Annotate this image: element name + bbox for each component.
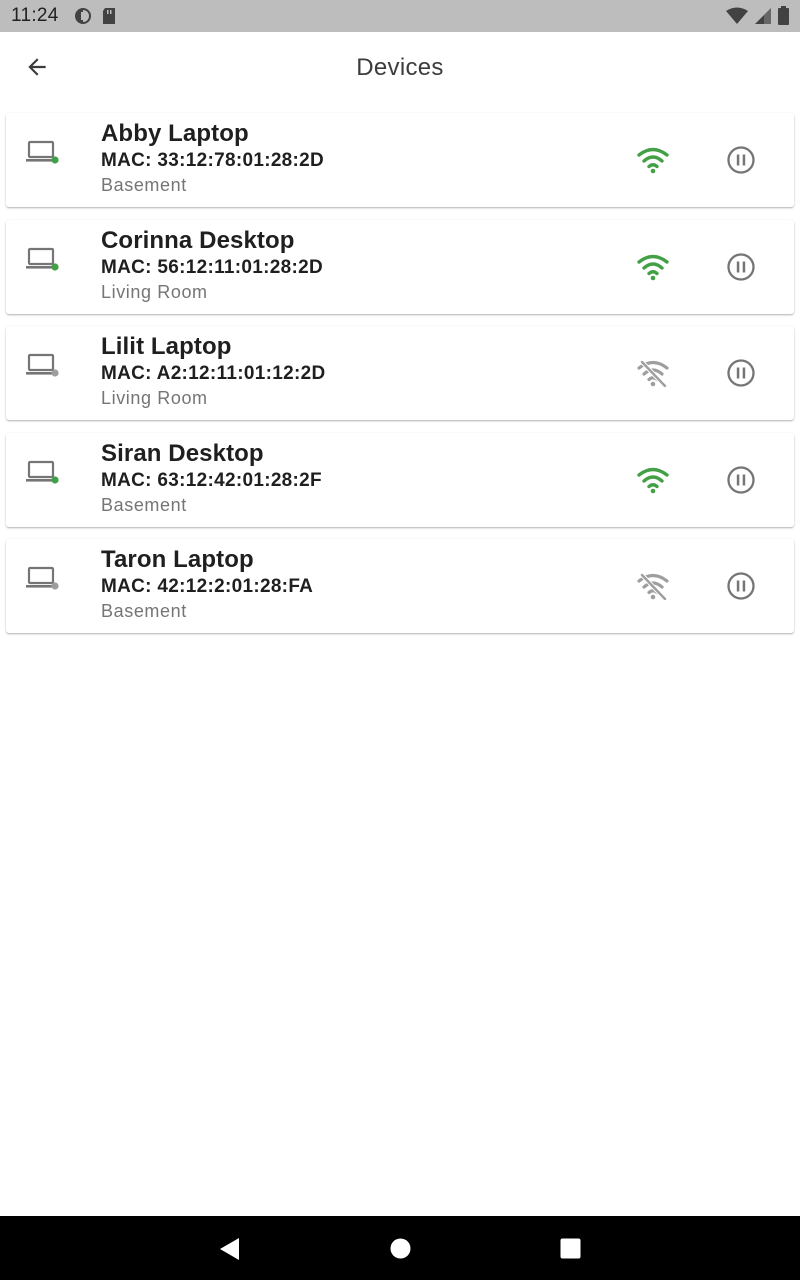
device-mac: MAC: 42:12:2:01:28:FA: [101, 576, 314, 597]
wifi-status-icon: [726, 7, 748, 30]
device-card[interactable]: Corinna Desktop MAC: 56:12:11:01:28:2D L…: [6, 219, 794, 314]
device-mac: MAC: 63:12:42:01:28:2F: [101, 469, 322, 491]
data-saver-icon: [74, 7, 92, 30]
device-location: Basement: [101, 494, 187, 515]
system-nav-bar: [0, 1216, 800, 1280]
app-bar: Devices: [0, 32, 800, 106]
device-name: Lilit Laptop: [101, 333, 232, 360]
desktop-icon: [26, 459, 60, 489]
wifi-off-icon[interactable]: [636, 572, 670, 601]
wifi-connected-icon[interactable]: [636, 146, 670, 174]
device-card[interactable]: Siran Desktop MAC: 63:12:42:01:28:2F Bas…: [6, 432, 794, 527]
device-list: Abby Laptop MAC: 33:12:78:01:28:2D Basem…: [6, 113, 794, 646]
device-card[interactable]: Lilit Laptop MAC: A2:12:11:01:12:2D Livi…: [6, 326, 794, 420]
device-location: Basement: [101, 601, 187, 621]
laptop-icon: [26, 565, 60, 595]
device-location: Basement: [101, 175, 187, 195]
laptop-icon: [26, 352, 60, 382]
device-mac: MAC: 33:12:78:01:28:2D: [101, 150, 325, 171]
nav-recents-icon[interactable]: [560, 1238, 581, 1264]
status-bar: 11:24: [0, 0, 800, 32]
wifi-connected-icon[interactable]: [636, 466, 670, 494]
device-name: Abby Laptop: [101, 120, 249, 147]
pause-button[interactable]: [726, 358, 756, 388]
status-time: 11:24: [11, 5, 59, 26]
device-name: Corinna Desktop: [101, 226, 295, 254]
laptop-icon: [26, 139, 60, 169]
nav-back-icon[interactable]: [219, 1237, 241, 1266]
device-mac: MAC: A2:12:11:01:12:2D: [101, 363, 326, 384]
device-card[interactable]: Taron Laptop MAC: 42:12:2:01:28:FA Basem…: [6, 539, 794, 633]
wifi-off-icon[interactable]: [636, 359, 670, 388]
device-location: Living Room: [101, 281, 208, 302]
sd-card-icon: [101, 7, 117, 30]
wifi-connected-icon[interactable]: [636, 253, 670, 281]
page-title: Devices: [356, 54, 444, 81]
pause-button[interactable]: [726, 252, 756, 282]
desktop-icon: [26, 246, 60, 276]
status-right-icons: [726, 6, 789, 30]
nav-home-icon[interactable]: [390, 1238, 411, 1264]
device-location: Living Room: [101, 388, 208, 408]
battery-icon: [778, 6, 789, 30]
device-name: Siran Desktop: [101, 439, 264, 467]
cell-signal-icon: [754, 7, 772, 30]
device-name: Taron Laptop: [101, 546, 254, 573]
pause-button[interactable]: [726, 465, 756, 495]
pause-button[interactable]: [726, 571, 756, 601]
device-mac: MAC: 56:12:11:01:28:2D: [101, 256, 324, 278]
pause-button[interactable]: [726, 145, 756, 175]
device-card[interactable]: Abby Laptop MAC: 33:12:78:01:28:2D Basem…: [6, 113, 794, 207]
status-left-icons: [74, 7, 117, 30]
